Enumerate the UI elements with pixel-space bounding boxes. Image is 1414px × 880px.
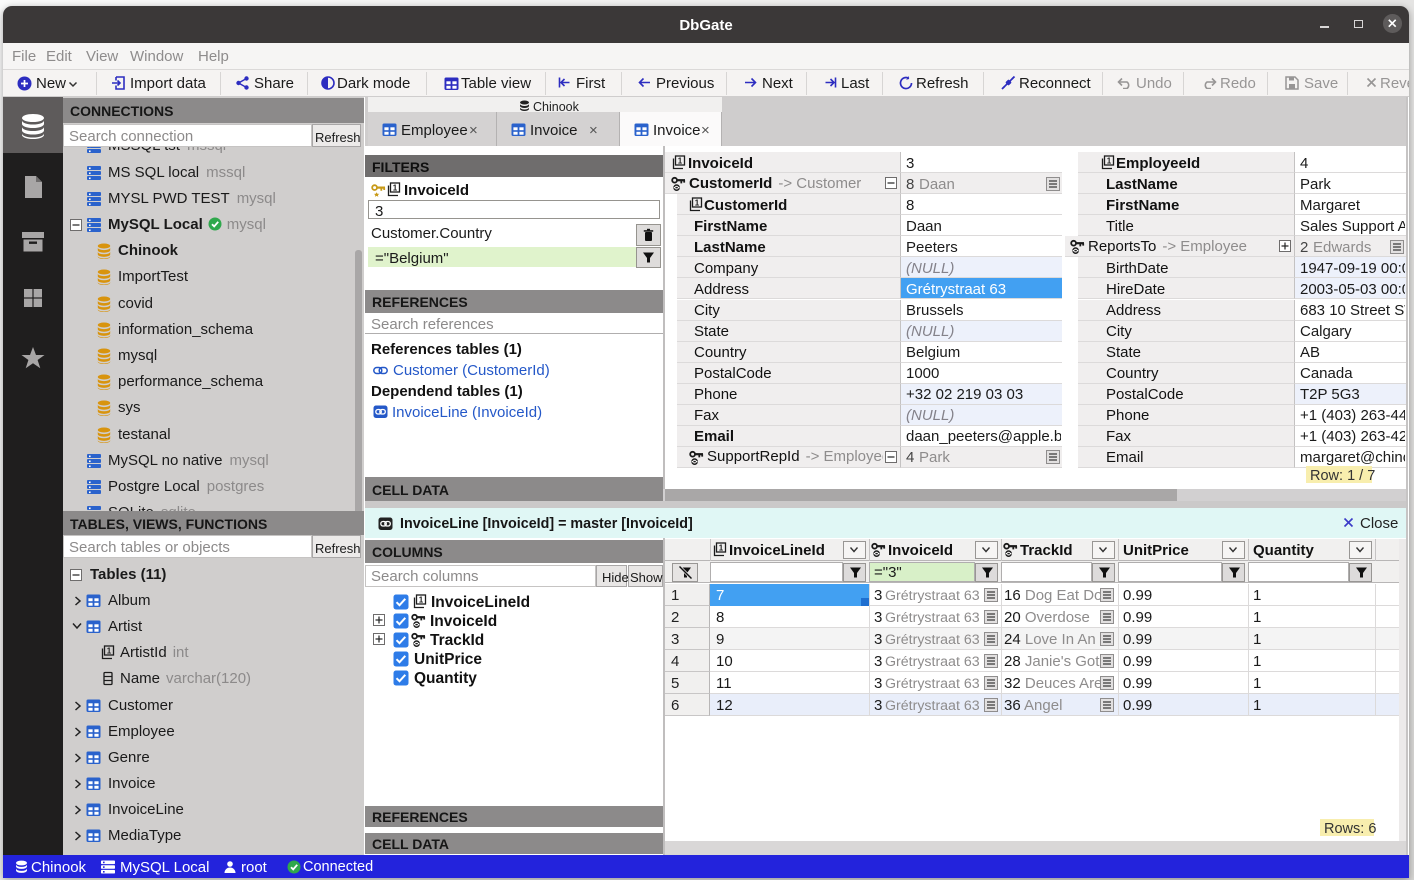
svg-text:1: 1 [1107,157,1112,166]
svg-text:1: 1 [719,544,724,553]
svg-text:1: 1 [678,157,683,166]
svg-text:1: 1 [695,199,700,208]
svg-text:1: 1 [419,596,424,605]
svg-text:1: 1 [107,647,112,656]
svg-text:1: 1 [393,184,398,193]
